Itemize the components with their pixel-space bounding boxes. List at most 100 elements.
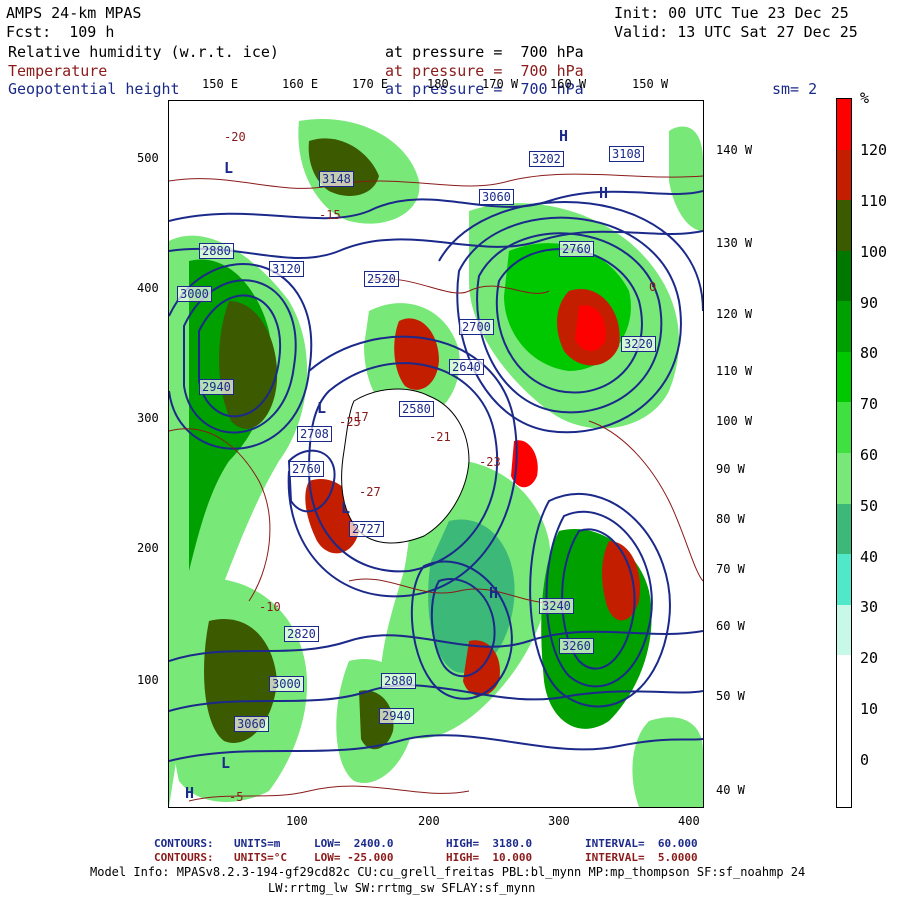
field-rh-level: at pressure = 700 hPa: [385, 43, 584, 61]
height-label: 2760: [289, 461, 324, 477]
high-center-label: H: [489, 584, 499, 602]
color-scale-swatch: [837, 351, 851, 403]
color-scale-label: 10: [860, 700, 879, 718]
height-contour-units: UNITS=m: [234, 837, 281, 850]
color-scale-label: 30: [860, 598, 879, 616]
height-contour-low: LOW= 2400.0: [314, 837, 394, 850]
color-scale-swatch: [837, 604, 851, 656]
height-label: 2708: [297, 426, 332, 442]
left-tick-label: 400: [137, 281, 159, 295]
height-label: 3148: [319, 171, 354, 187]
right-tick-label: 100 W: [716, 414, 753, 428]
low-center-label: L: [224, 159, 234, 177]
temp-contour-label: CONTOURS:: [154, 851, 214, 864]
temperature-label: -20: [224, 130, 246, 144]
height-label: 2580: [399, 401, 434, 417]
temperature-label: -15: [319, 208, 341, 222]
height-label: 2640: [449, 359, 484, 375]
color-scale-label: 60: [860, 446, 879, 464]
right-tick-label: 90 W: [716, 462, 745, 476]
color-scale-label: 20: [860, 649, 879, 667]
right-tick-label: 70 W: [716, 562, 745, 576]
low-center-label: L: [317, 399, 327, 417]
color-scale-swatch: [837, 149, 851, 201]
field-height-name: Geopotential height: [8, 80, 180, 98]
right-tick-label: 50 W: [716, 689, 745, 703]
color-scale-unit: %: [860, 89, 870, 107]
height-label: 2727: [349, 521, 384, 537]
top-tick-label: 180: [427, 77, 449, 91]
left-tick-label: 500: [137, 151, 159, 165]
color-scale-swatch: [837, 200, 851, 252]
color-scale-label: 70: [860, 395, 879, 413]
low-center-label: L: [341, 499, 351, 517]
top-tick-label: 150 W: [632, 77, 669, 91]
temp-contour-units: UNITS=°C: [234, 851, 287, 864]
temp-contour-high: HIGH= 10.000: [446, 851, 533, 864]
height-label: 2880: [199, 243, 234, 259]
height-label: 2880: [381, 673, 416, 689]
temperature-label: -27: [359, 485, 381, 499]
height-contour-label: CONTOURS:: [154, 837, 214, 850]
temp-contour-interval: INTERVAL= 5.0000: [585, 851, 698, 864]
top-tick-label: 160 E: [282, 77, 319, 91]
left-tick-label: 100: [137, 673, 159, 687]
height-label: 2760: [559, 241, 594, 257]
right-tick-label: 110 W: [716, 364, 753, 378]
bottom-tick-label: 400: [678, 814, 700, 828]
color-scale-label: 90: [860, 294, 879, 312]
top-tick-label: 170 E: [352, 77, 389, 91]
color-scale-label: 110: [860, 192, 888, 210]
right-tick-label: 130 W: [716, 236, 753, 250]
right-tick-label: 120 W: [716, 307, 753, 321]
high-center-label: H: [559, 127, 569, 145]
height-contour-interval: INTERVAL= 60.000: [585, 837, 698, 850]
bottom-tick-label: 300: [548, 814, 570, 828]
color-scale-label: 50: [860, 497, 879, 515]
color-scale-swatch: [837, 453, 851, 505]
height-contour-high: HIGH= 3180.0: [446, 837, 533, 850]
color-scale-swatch: [837, 705, 851, 757]
temperature-label: -10: [259, 600, 281, 614]
left-tick-label: 300: [137, 411, 159, 425]
top-tick-label: 170 W: [482, 77, 519, 91]
color-scale-bar: [836, 98, 852, 808]
smoothing-label: sm= 2: [772, 80, 818, 98]
height-label: 3060: [479, 189, 514, 205]
temperature-label: -23: [479, 455, 501, 469]
color-scale-swatch: [837, 250, 851, 302]
temp-contour-low: LOW= -25.000: [314, 851, 394, 864]
height-label: 3120: [269, 261, 304, 277]
height-label: 3260: [559, 638, 594, 654]
map-canvas: [169, 101, 703, 807]
height-label: 3000: [269, 676, 304, 692]
height-label: 3240: [539, 598, 574, 614]
height-label: 3202: [529, 151, 564, 167]
height-label: 2520: [364, 271, 399, 287]
bottom-tick-label: 100: [286, 814, 308, 828]
init-time: Init: 00 UTC Tue 23 Dec 25: [614, 4, 849, 22]
left-tick-label: 200: [137, 541, 159, 555]
color-scale-swatch: [837, 402, 851, 454]
color-scale-label: 40: [860, 548, 879, 566]
height-label: 3060: [234, 716, 269, 732]
height-label: 2820: [284, 626, 319, 642]
right-tick-label: 140 W: [716, 143, 753, 157]
top-tick-label: 160 W: [550, 77, 587, 91]
right-tick-label: 80 W: [716, 512, 745, 526]
valid-time: Valid: 13 UTC Sat 27 Dec 25: [614, 23, 858, 41]
field-temp-name: Temperature: [8, 62, 108, 80]
high-center-label: H: [185, 784, 195, 802]
color-scale-label: 100: [860, 243, 888, 261]
color-scale-swatch: [837, 655, 851, 707]
low-center-label: L: [221, 754, 231, 772]
color-scale-swatch: [837, 99, 851, 151]
color-scale-label: 120: [860, 141, 888, 159]
high-center-label: H: [599, 184, 609, 202]
bottom-tick-label: 200: [418, 814, 440, 828]
color-scale-swatch: [837, 756, 851, 808]
color-scale-swatch: [837, 554, 851, 606]
model-title: AMPS 24-km MPAS: [6, 4, 142, 22]
height-label: 3000: [177, 286, 212, 302]
temperature-label: 0: [649, 280, 657, 294]
